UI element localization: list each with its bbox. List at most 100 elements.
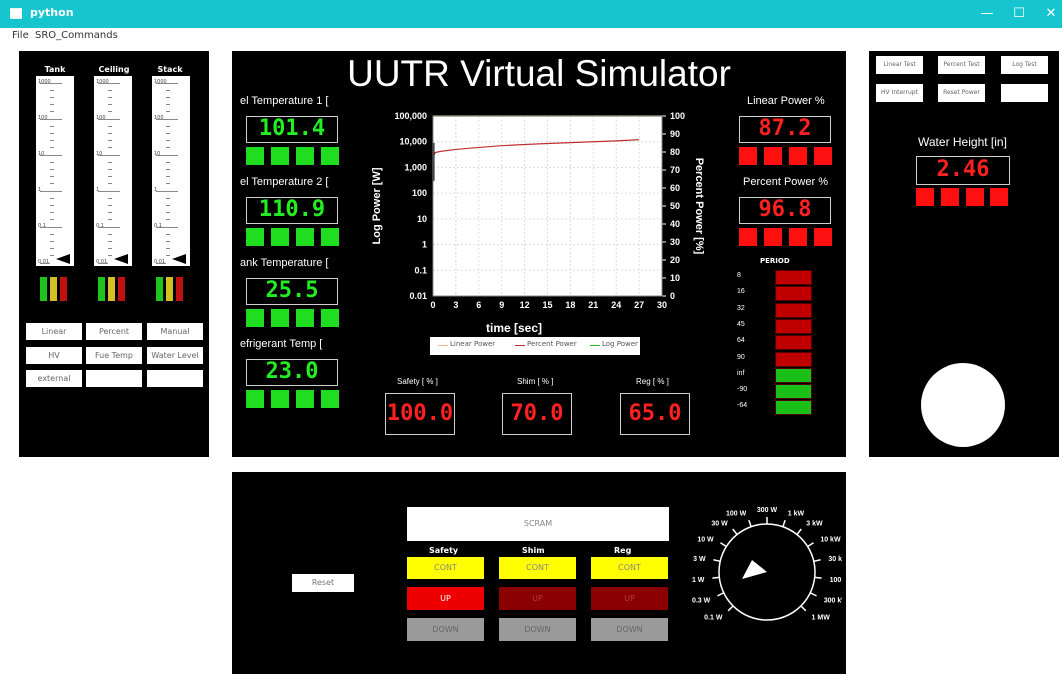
fuel-temp-button[interactable]: Fue Temp <box>86 347 142 364</box>
reg-down-button[interactable]: DOWN <box>591 618 668 641</box>
period-label: 45 <box>737 320 745 328</box>
dial-label: 10 W <box>697 536 714 543</box>
menu-sro-commands[interactable]: SRO_Commands <box>35 30 118 41</box>
safety-up-button[interactable]: UP <box>407 587 484 610</box>
gauge-minor-tick <box>50 90 54 91</box>
gauge-tick-label: 0.01 <box>154 259 166 265</box>
gauge-minor-tick <box>166 162 170 163</box>
gauge-minor-tick <box>50 176 54 177</box>
log-test-button[interactable]: Log Test <box>1001 56 1048 74</box>
water-height-label: Water Height [in] <box>918 135 1007 149</box>
hv-interrupt-button[interactable]: HV Interrupt <box>876 84 923 102</box>
gauge-minor-tick <box>166 111 170 112</box>
power-status-square <box>789 228 807 246</box>
blank-button-1[interactable] <box>86 370 142 387</box>
blank-right-button[interactable] <box>1001 84 1048 102</box>
gauge-tick <box>98 191 120 192</box>
shim-display: 70.0 <box>502 393 572 435</box>
period-segment <box>775 270 812 285</box>
chart-xtick-label: 27 <box>634 300 644 310</box>
power-range-dial[interactable]: 0.1 W 0.3 W 1 W 3 W 10 W 30 W 100 W 300 W 1 kW3 … <box>682 502 842 642</box>
percent-test-button[interactable]: Percent Test <box>938 56 985 74</box>
linear-button[interactable]: Linear <box>26 323 82 340</box>
gauge-tick-label: 1 <box>38 187 42 193</box>
safety-cont-button[interactable]: CONT <box>407 557 484 579</box>
temp-status-square <box>246 147 264 165</box>
gauge-minor-tick <box>108 212 112 213</box>
maximize-button[interactable]: ☐ <box>1004 4 1034 24</box>
dial-tick <box>712 576 720 579</box>
period-label: 64 <box>737 337 745 345</box>
gauge-minor-tick <box>166 248 170 249</box>
gauge-minor-tick <box>166 140 170 141</box>
left-panel: Tank Ceiling Stack 1000 100 10 1 0.1 0.01 100… <box>19 51 209 457</box>
temp-status-square <box>246 309 264 327</box>
period-label: -64 <box>737 402 748 410</box>
period-label: 16 <box>737 288 745 296</box>
reg-cont-button[interactable]: CONT <box>591 557 668 579</box>
dial-tick <box>748 519 752 527</box>
manual-button[interactable]: Manual <box>147 323 203 340</box>
gauge-minor-tick <box>166 205 170 206</box>
chart-xtick-label: 24 <box>611 300 621 310</box>
gauge-tick-label: 100 <box>154 115 164 121</box>
tank-temp-value: 25.5 <box>265 278 319 303</box>
safety-down-button[interactable]: DOWN <box>407 618 484 641</box>
power-status-square <box>739 147 757 165</box>
power-chart: 0 3 6 9 12 15 18 21 24 27 30100,00010,0001,0001001… <box>371 111 705 335</box>
gauge-minor-tick <box>108 126 112 127</box>
scram-button[interactable]: SCRAM <box>407 507 669 541</box>
menu-file[interactable]: File <box>12 30 29 41</box>
shim-cont-button[interactable]: CONT <box>499 557 576 579</box>
power-status-square <box>814 228 832 246</box>
hv-button[interactable]: HV <box>26 347 82 364</box>
chart-xtick-label: 15 <box>542 300 552 310</box>
ceiling-indicator-yellow <box>108 277 115 301</box>
fuel-temp-2-label: el Temperature 2 [ <box>240 176 329 188</box>
stack-indicator-yellow <box>166 277 173 301</box>
power-status-square <box>739 228 757 246</box>
percent-power-label: Percent Power % <box>743 176 828 188</box>
temp-status-square <box>321 228 339 246</box>
reset-power-button[interactable]: Reset Power <box>938 84 985 102</box>
minimize-button[interactable]: — <box>972 4 1002 24</box>
refrigerant-temp-display: 23.0 <box>246 359 338 386</box>
external-button[interactable]: external <box>26 370 82 387</box>
close-button[interactable]: ✕ <box>1036 4 1062 24</box>
legend-linear: Linear Power <box>450 340 496 348</box>
dial-label: 10 kW <box>820 536 841 543</box>
water-square-1 <box>916 188 934 206</box>
shim-up-button[interactable]: UP <box>499 587 576 610</box>
period-segment <box>775 335 812 351</box>
water-level-button[interactable]: Water Level <box>147 347 203 364</box>
gauge-minor-tick <box>108 90 112 91</box>
percent-button[interactable]: Percent <box>86 323 142 340</box>
chart-y2tick-label: 30 <box>670 237 680 247</box>
linear-test-button[interactable]: Linear Test <box>876 56 923 74</box>
reset-button[interactable]: Reset <box>292 574 354 592</box>
window-title: python <box>30 6 74 19</box>
dial-tick <box>814 576 822 579</box>
power-status-square <box>764 147 782 165</box>
dial-label: 30 kW <box>828 556 842 563</box>
period-label: 8 <box>737 272 741 279</box>
reg-rod-label: Reg <box>614 546 632 555</box>
refrigerant-temp-label: efrigerant Temp [ <box>240 338 323 350</box>
dial-tick <box>727 605 734 612</box>
chart-y2tick-label: 100 <box>670 111 685 121</box>
ceiling-label: Ceiling <box>98 65 130 74</box>
shim-down-button[interactable]: DOWN <box>499 618 576 641</box>
chart-ytick-label: 10 <box>417 214 427 224</box>
gauge-minor-tick <box>50 183 54 184</box>
chart-xtick-label: 9 <box>499 300 504 310</box>
menu-bar: File SRO_Commands <box>0 28 1062 44</box>
blank-button-2[interactable] <box>147 370 203 387</box>
reg-up-button[interactable]: UP <box>591 587 668 610</box>
dial-label: 300 W <box>757 507 778 514</box>
chart-ytick-label: 1,000 <box>404 162 427 172</box>
gauge-tick-label: 10 <box>96 151 103 157</box>
temp-status-square <box>246 228 264 246</box>
gauge-minor-tick <box>166 126 170 127</box>
legend-percent-swatch <box>515 345 525 346</box>
gauge-minor-tick <box>50 111 54 112</box>
